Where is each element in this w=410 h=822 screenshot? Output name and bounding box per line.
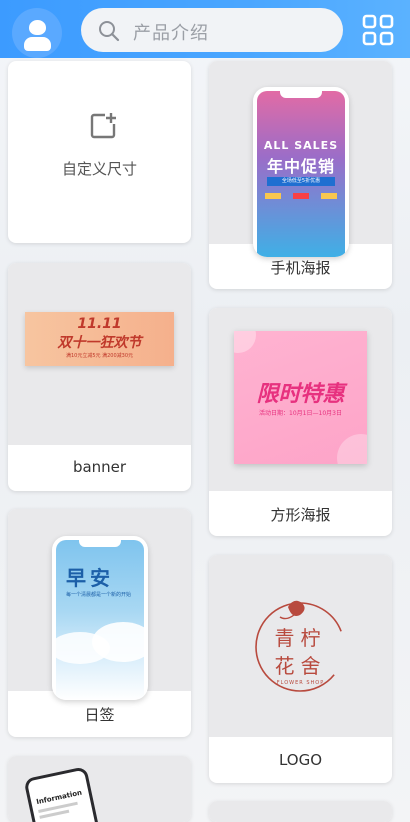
phone-poster-card[interactable]: ALL SALES 年中促销 全场低至5折优惠 手机海报 <box>209 61 392 289</box>
daily-art: 早安 每一个清晨都是一个新的开始 <box>56 540 144 700</box>
avatar-body-shape <box>24 37 51 51</box>
logo-line2: 花舍 <box>274 654 327 678</box>
search-bar[interactable]: 产品介绍 <box>81 8 343 52</box>
logo-subtitle: FLOWER SHOP <box>276 680 325 686</box>
daily-card[interactable]: 早安 每一个清晨都是一个新的开始 日签 <box>8 509 191 737</box>
daily-title: 早安 <box>66 566 114 590</box>
next-template-card[interactable] <box>209 801 392 822</box>
daily-label: 日签 <box>84 706 115 724</box>
banner-label: banner <box>72 458 127 476</box>
banner-art: 11.11 双十一狂欢节 满10元立减5元 满200减30元 <box>25 312 174 366</box>
logo-label: LOGO <box>278 751 323 769</box>
square-poster-label: 方形海报 <box>270 506 331 524</box>
add-canvas-icon <box>90 113 116 139</box>
phone-poster-title-cn: 年中促销 <box>266 157 335 176</box>
square-poster-thumbnail: 限时特惠 活动日期：10月1日—10月3日 <box>209 308 392 491</box>
banner-title: 双十一狂欢节 <box>57 335 142 351</box>
search-placeholder: 产品介绍 <box>133 23 209 44</box>
banner-subtitle: 满10元立减5元 满200减30元 <box>65 353 134 359</box>
phone-poster-thumbnail: ALL SALES 年中促销 全场低至5折优惠 <box>209 61 392 257</box>
phone-poster-tags <box>265 193 337 199</box>
logo-line1: 青柠 <box>274 626 327 650</box>
custom-size-card[interactable]: 自定义尺寸 <box>8 61 191 243</box>
phone-mockup: ALL SALES 年中促销 全场低至5折优惠 <box>253 87 349 257</box>
user-avatar[interactable] <box>12 8 62 58</box>
avatar-head-shape <box>29 20 46 35</box>
info-card[interactable]: Information <box>8 756 191 822</box>
square-poster-subtitle: 活动日期：10月1日—10月3日 <box>259 410 342 417</box>
logo-thumbnail: 青柠 花舍 FLOWER SHOP <box>209 555 392 737</box>
banner-card[interactable]: 11.11 双十一狂欢节 满10元立减5元 满200减30元 banner <box>8 263 191 491</box>
top-bar: 产品介绍 <box>0 0 410 58</box>
info-thumbnail: Information <box>8 756 191 822</box>
info-phone-mockup: Information <box>23 766 101 822</box>
category-grid-icon[interactable] <box>362 14 394 46</box>
search-icon <box>99 21 120 42</box>
phone-poster-label: 手机海报 <box>270 259 331 277</box>
phone-poster-subtitle: 全场低至5折优惠 <box>267 177 335 186</box>
daily-phone-mockup: 早安 每一个清晨都是一个新的开始 <box>52 536 148 700</box>
daily-subtitle: 每一个清晨都是一个新的开始 <box>66 592 132 598</box>
phone-poster-title-en: ALL SALES <box>263 139 339 152</box>
banner-date: 11.11 <box>77 316 122 332</box>
custom-size-label: 自定义尺寸 <box>61 160 137 178</box>
square-poster-art: 限时特惠 活动日期：10月1日—10月3日 <box>234 331 367 464</box>
daily-thumbnail: 早安 每一个清晨都是一个新的开始 <box>8 509 191 700</box>
phone-poster-art: ALL SALES 年中促销 全场低至5折优惠 <box>257 91 345 257</box>
banner-thumbnail: 11.11 双十一狂欢节 满10元立减5元 满200减30元 <box>8 263 191 445</box>
square-poster-card[interactable]: 限时特惠 活动日期：10月1日—10月3日 方形海报 <box>209 308 392 536</box>
square-poster-title: 限时特惠 <box>256 382 345 407</box>
logo-card[interactable]: 青柠 花舍 FLOWER SHOP LOGO <box>209 555 392 783</box>
